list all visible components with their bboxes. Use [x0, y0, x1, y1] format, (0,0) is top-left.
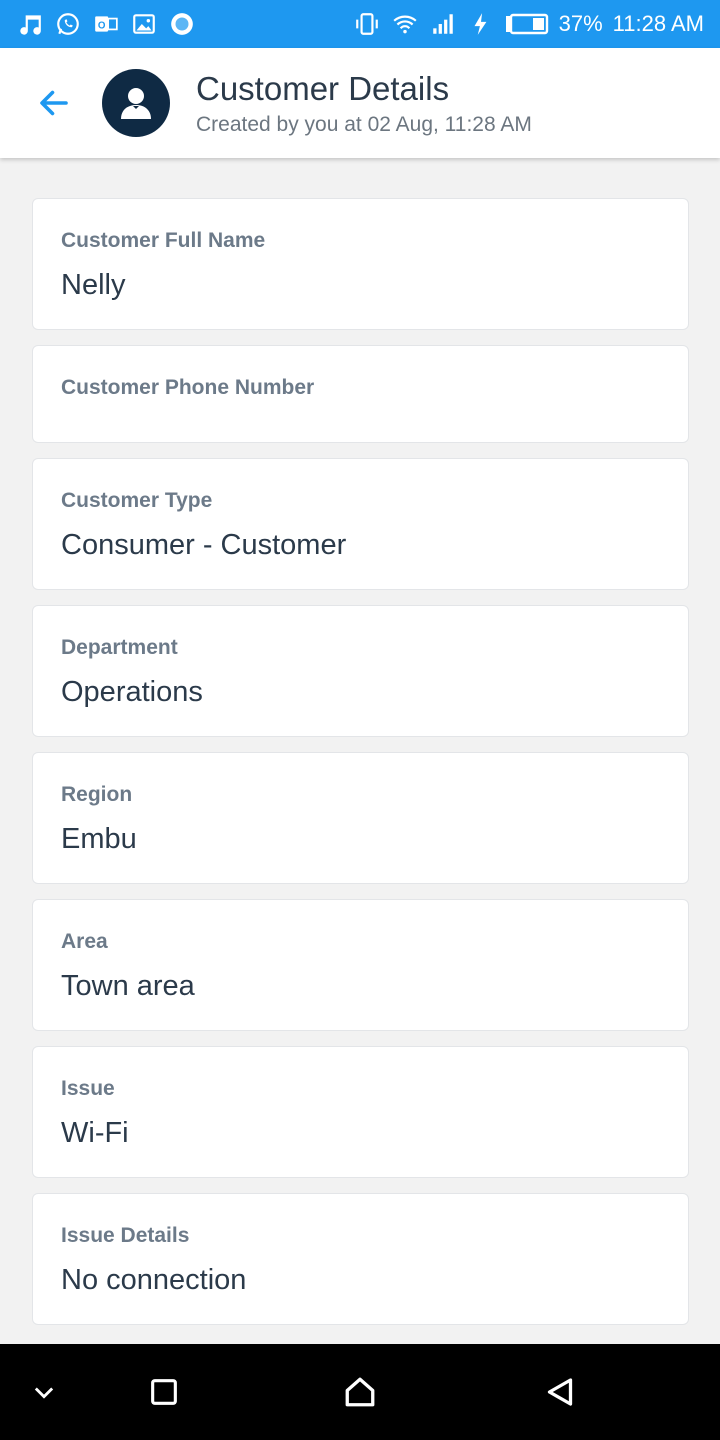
- home-icon: [345, 1377, 375, 1407]
- battery-icon: [505, 10, 549, 38]
- back-button[interactable]: [28, 77, 80, 129]
- status-bar: O 37% 11:28 AM: [0, 0, 720, 48]
- music-icon: [16, 10, 44, 38]
- user-icon: [121, 88, 151, 119]
- field-card-issue: Issue Wi-Fi: [32, 1046, 689, 1178]
- header-titles: Customer Details Created by you at 02 Au…: [196, 69, 532, 137]
- field-label: Customer Type: [61, 489, 213, 512]
- field-card-customer-full-name: Customer Full Name Nelly: [32, 198, 689, 330]
- circle-app-icon: [168, 10, 196, 38]
- charging-icon: [467, 10, 495, 38]
- field-label: Issue Details: [61, 1224, 190, 1247]
- field-label: Customer Phone Number: [61, 376, 315, 399]
- back-triangle-icon: [547, 1378, 573, 1406]
- avatar: [102, 69, 170, 137]
- field-value: Operations: [61, 676, 203, 708]
- whatsapp-icon: [54, 10, 82, 38]
- field-card-area: Area Town area: [32, 899, 689, 1031]
- outlook-icon: O: [92, 10, 120, 38]
- field-card-customer-type: Customer Type Consumer - Customer: [32, 458, 689, 590]
- field-card-issue-details: Issue Details No connection: [32, 1193, 689, 1325]
- nav-back-button[interactable]: [532, 1364, 588, 1420]
- nav-home-button[interactable]: [332, 1364, 388, 1420]
- recents-icon: [151, 1379, 177, 1405]
- field-label: Area: [61, 930, 108, 953]
- system-nav-bar: [0, 1344, 720, 1440]
- page-subtitle: Created by you at 02 Aug, 11:28 AM: [196, 113, 532, 136]
- field-card-customer-phone-number: Customer Phone Number: [32, 345, 689, 443]
- field-label: Issue: [61, 1077, 115, 1100]
- status-time: 11:28 AM: [612, 11, 704, 36]
- field-value: Wi-Fi: [61, 1117, 129, 1149]
- field-label: Department: [61, 636, 178, 659]
- chevron-down-icon: [34, 1387, 54, 1399]
- gallery-icon: [130, 10, 158, 38]
- field-card-region: Region Embu: [32, 752, 689, 884]
- wifi-icon: [391, 10, 419, 38]
- details-list: Customer Full Name Nelly Customer Phone …: [32, 198, 689, 1340]
- field-value: Embu: [61, 823, 137, 855]
- battery-percent: 37%: [558, 11, 603, 36]
- svg-text:O: O: [98, 20, 106, 31]
- page-title: Customer Details: [196, 70, 450, 107]
- status-left-icons: O: [16, 10, 196, 38]
- field-value: Nelly: [61, 269, 126, 301]
- field-label: Customer Full Name: [61, 229, 266, 252]
- field-value: Consumer - Customer: [61, 529, 347, 561]
- signal-icon: [429, 10, 457, 38]
- vibrate-icon: [353, 10, 381, 38]
- field-card-department: Department Operations: [32, 605, 689, 737]
- status-right-icons: 37% 11:28 AM: [353, 10, 704, 38]
- nav-collapse-button[interactable]: [16, 1364, 72, 1420]
- field-label: Region: [61, 783, 133, 806]
- app-bar: Customer Details Created by you at 02 Au…: [0, 48, 720, 158]
- nav-recents-button[interactable]: [136, 1364, 192, 1420]
- arrow-left-icon: [40, 90, 68, 116]
- field-value: No connection: [61, 1264, 247, 1296]
- field-value: Town area: [61, 970, 195, 1002]
